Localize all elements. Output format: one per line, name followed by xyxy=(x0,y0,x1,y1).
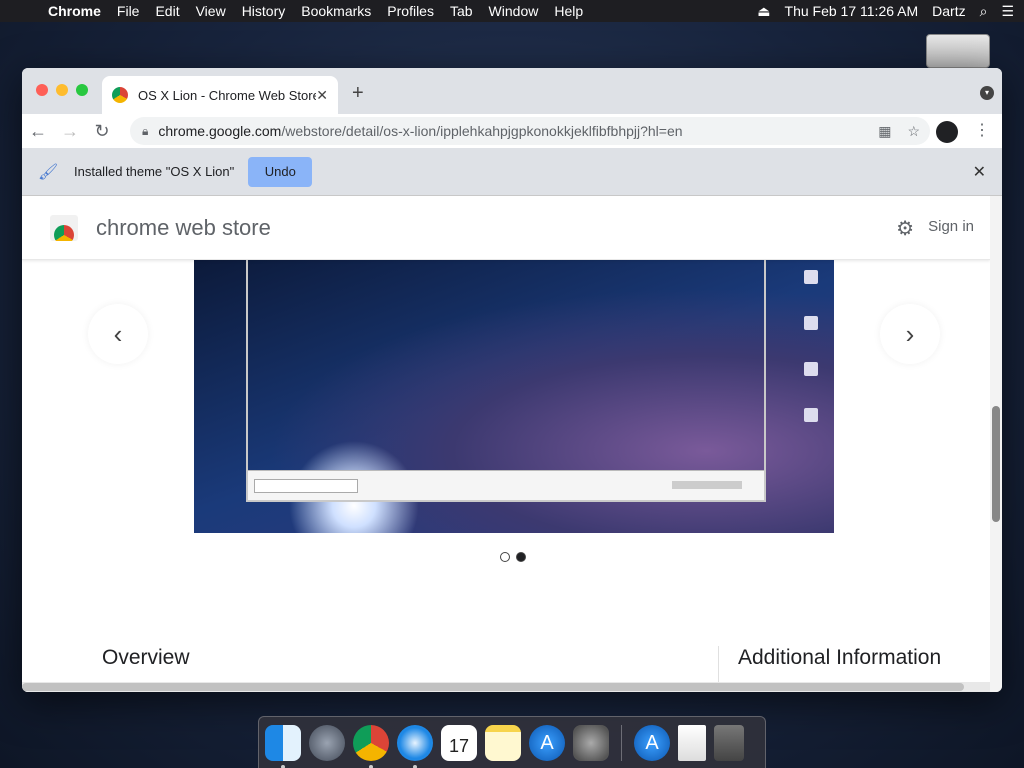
finder-icon[interactable] xyxy=(265,724,301,768)
carousel-dot-1[interactable] xyxy=(500,552,510,562)
menu-bookmarks[interactable]: Bookmarks xyxy=(293,3,379,19)
additional-information-heading: Additional Information xyxy=(738,646,942,669)
forward-button[interactable]: → xyxy=(54,121,86,142)
omnibox-actions: ▦ ☆ xyxy=(878,123,920,140)
clock[interactable]: Thu Feb 17 11:26 AM xyxy=(785,3,919,19)
horizontal-scroll-thumb[interactable] xyxy=(22,683,964,691)
control-center-icon[interactable]: ☰ xyxy=(1001,3,1014,20)
address-bar[interactable]: 🔒︎ chrome.google.com/webstore/detail/os-… xyxy=(130,117,930,145)
section-divider xyxy=(718,646,719,684)
screenshot-gallery: ‹ › xyxy=(22,260,990,600)
qr-code-icon[interactable]: ▦ xyxy=(878,123,891,140)
vertical-scroll-thumb[interactable] xyxy=(992,406,1000,522)
more-menu-icon[interactable]: ⋮ xyxy=(974,120,990,140)
screenshot-browser-window xyxy=(246,260,766,502)
menu-window[interactable]: Window xyxy=(481,3,547,19)
audacity-icon xyxy=(804,362,818,376)
app-store-icon[interactable]: A xyxy=(529,724,565,761)
next-slide-button[interactable]: › xyxy=(880,304,940,364)
user-name[interactable]: Dartz xyxy=(932,3,965,19)
webstore-logo-icon[interactable] xyxy=(50,214,78,241)
carousel-dot-2[interactable] xyxy=(516,552,526,562)
webstore-favicon-icon xyxy=(112,87,128,103)
app-store-download-icon[interactable]: A xyxy=(634,724,670,761)
spotlight-search-icon[interactable]: ⌕ xyxy=(980,3,988,20)
sign-in-link[interactable]: Sign in xyxy=(928,218,974,235)
store-name[interactable]: chrome web store xyxy=(96,215,271,241)
bookmark-star-icon[interactable]: ☆ xyxy=(907,123,920,140)
screenshot-desktop-icons xyxy=(796,270,826,454)
detail-sections: Overview Additional Information xyxy=(22,600,990,684)
classic-start-icon xyxy=(804,408,818,422)
dock: 17 A A xyxy=(258,716,766,768)
vertical-scrollbar[interactable] xyxy=(990,196,1002,692)
new-tab-button[interactable]: + xyxy=(352,82,364,105)
menu-view[interactable]: View xyxy=(188,3,234,19)
menubar-status-area: ⏏ Thu Feb 17 11:26 AM Dartz ⌕ ☰ xyxy=(757,0,1014,22)
tab-active[interactable]: OS X Lion - Chrome Web Store ✕ xyxy=(102,76,338,114)
calendar-icon[interactable]: 17 xyxy=(441,724,477,761)
screenshot-download-bar xyxy=(248,470,764,500)
page-content: chrome web store ⚙ Sign in ‹ › Overview … xyxy=(22,196,990,684)
previous-slide-button[interactable]: ‹ xyxy=(88,304,148,364)
launchpad-icon[interactable] xyxy=(309,724,345,761)
url-path: /webstore/detail/os-x-lion/ipplehkahpjgp… xyxy=(281,123,683,139)
tab-strip: OS X Lion - Chrome Web Store ✕ + ▾ xyxy=(22,68,1002,114)
overview-heading: Overview xyxy=(102,646,190,669)
screenshot-download-item xyxy=(254,479,358,493)
notes-icon[interactable] xyxy=(485,724,521,761)
infobar-message: Installed theme "OS X Lion" xyxy=(74,164,235,179)
screenshot-show-all-downloads xyxy=(672,481,742,489)
safari-icon[interactable] xyxy=(397,724,433,768)
menu-file[interactable]: File xyxy=(109,3,148,19)
trash-icon[interactable] xyxy=(714,724,744,761)
adobe-icon xyxy=(804,316,818,330)
carousel-dots xyxy=(500,552,526,562)
system-preferences-icon[interactable] xyxy=(573,724,609,761)
chevron-left-icon: ‹ xyxy=(113,318,123,349)
dock-separator xyxy=(621,724,622,761)
chevron-right-icon: › xyxy=(905,318,915,349)
url-host: chrome.google.com xyxy=(158,123,282,139)
toolbar: ← → ↻ 🔒︎ chrome.google.com/webstore/deta… xyxy=(22,114,1002,148)
menu-history[interactable]: History xyxy=(234,3,294,19)
desktop-disk-icon[interactable] xyxy=(926,34,990,68)
lock-icon[interactable]: 🔒︎ xyxy=(142,124,148,139)
minimize-window-button[interactable] xyxy=(56,84,68,96)
horizontal-scrollbar[interactable] xyxy=(22,682,990,692)
settings-gear-icon[interactable]: ⚙ xyxy=(896,216,914,241)
eject-icon[interactable]: ⏏ xyxy=(757,3,770,20)
window-controls xyxy=(36,84,88,96)
infobar-close-icon[interactable]: ✕ xyxy=(973,162,986,182)
recycle-bin-icon xyxy=(804,270,818,284)
menu-bar: Chrome File Edit View History Bookmarks … xyxy=(0,0,1024,22)
store-header: chrome web store ⚙ Sign in xyxy=(22,196,990,260)
paintbrush-icon: 🖌︎ xyxy=(38,163,59,181)
chrome-icon[interactable] xyxy=(353,724,389,768)
menu-tab[interactable]: Tab xyxy=(442,3,481,19)
theme-installed-infobar: 🖌︎ Installed theme "OS X Lion" Undo ✕ xyxy=(22,148,1002,196)
profile-avatar-icon[interactable] xyxy=(936,121,958,143)
close-tab-icon[interactable]: ✕ xyxy=(316,87,328,104)
close-window-button[interactable] xyxy=(36,84,48,96)
tab-search-icon[interactable]: ▾ xyxy=(980,86,994,100)
document-icon[interactable] xyxy=(678,724,706,761)
reload-button[interactable]: ↻ xyxy=(86,121,118,142)
menu-app-name[interactable]: Chrome xyxy=(40,3,109,19)
back-button[interactable]: ← xyxy=(22,121,54,142)
menu-edit[interactable]: Edit xyxy=(147,3,187,19)
tab-title: OS X Lion - Chrome Web Store xyxy=(138,87,317,103)
theme-screenshot xyxy=(194,260,834,533)
undo-button[interactable]: Undo xyxy=(248,156,313,187)
browser-window: OS X Lion - Chrome Web Store ✕ + ▾ ← → ↻… xyxy=(22,68,1002,692)
menu-profiles[interactable]: Profiles xyxy=(379,3,442,19)
menu-help[interactable]: Help xyxy=(546,3,591,19)
zoom-window-button[interactable] xyxy=(76,84,88,96)
